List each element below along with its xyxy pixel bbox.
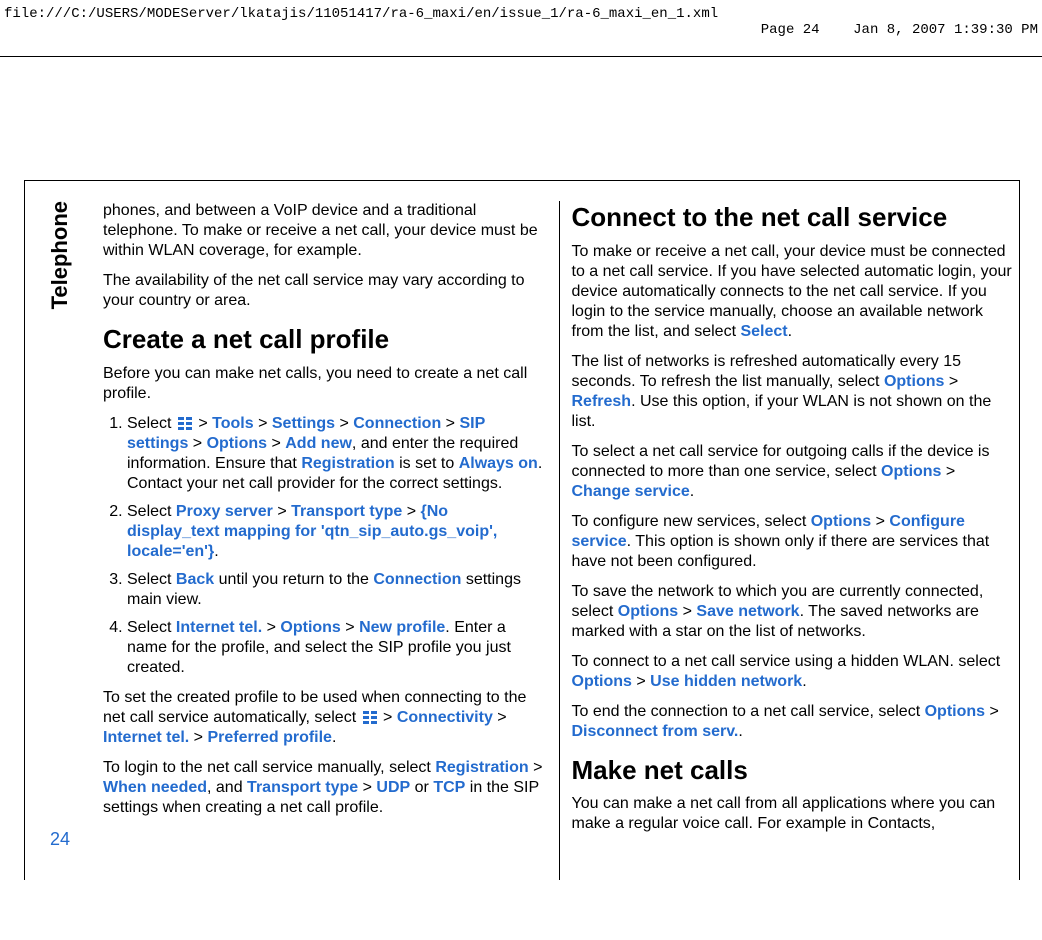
intro-paragraph-1: phones, and between a VoIP device and a … [103, 201, 545, 261]
date-label: Jan 8, 2007 1:39:30 PM [853, 22, 1038, 38]
page-label: Page 24 [761, 22, 820, 38]
content-columns: phones, and between a VoIP device and a … [95, 181, 1019, 880]
step-3: Select Back until you return to the Conn… [127, 570, 545, 610]
refresh-paragraph: The list of networks is refreshed automa… [572, 352, 1014, 432]
step-4: Select Internet tel. > Options > New pro… [127, 618, 545, 678]
create-profile-steps: Select > Tools > Settings > Connection >… [103, 414, 545, 678]
print-header: file:///C:/USERS/MODEServer/lkatajis/110… [0, 0, 1042, 57]
change-service-paragraph: To select a net call service for outgoin… [572, 442, 1014, 502]
intro-paragraph-2: The availability of the net call service… [103, 271, 545, 311]
side-tab-column: Telephone 24 [25, 181, 95, 880]
disconnect-paragraph: To end the connection to a net call serv… [572, 702, 1014, 742]
make-net-calls-body: You can make a net call from all applica… [572, 794, 1014, 834]
connect-heading: Connect to the net call service [572, 201, 1014, 234]
menu-icon [363, 711, 377, 723]
create-profile-heading: Create a net call profile [103, 323, 545, 356]
hidden-network-paragraph: To connect to a net call service using a… [572, 652, 1014, 692]
file-path: file:///C:/USERS/MODEServer/lkatajis/110… [4, 6, 718, 54]
auto-profile-paragraph: To set the created profile to be used wh… [103, 688, 545, 748]
right-column: Connect to the net call service To make … [560, 201, 1020, 880]
page-date: Page 24 Jan 8, 2007 1:39:30 PM [727, 6, 1038, 54]
configure-service-paragraph: To configure new services, select Option… [572, 512, 1014, 572]
left-column: phones, and between a VoIP device and a … [95, 201, 560, 880]
make-net-calls-heading: Make net calls [572, 754, 1014, 787]
step-2: Select Proxy server > Transport type > {… [127, 502, 545, 562]
menu-icon [178, 417, 192, 429]
page-body: Telephone 24 phones, and between a VoIP … [24, 180, 1020, 880]
page-number: 24 [50, 829, 70, 850]
manual-login-paragraph: To login to the net call service manuall… [103, 758, 545, 818]
connect-intro-paragraph: To make or receive a net call, your devi… [572, 242, 1014, 342]
create-profile-intro: Before you can make net calls, you need … [103, 364, 545, 404]
save-network-paragraph: To save the network to which you are cur… [572, 582, 1014, 642]
step-1: Select > Tools > Settings > Connection >… [127, 414, 545, 494]
section-tab: Telephone [47, 201, 73, 309]
